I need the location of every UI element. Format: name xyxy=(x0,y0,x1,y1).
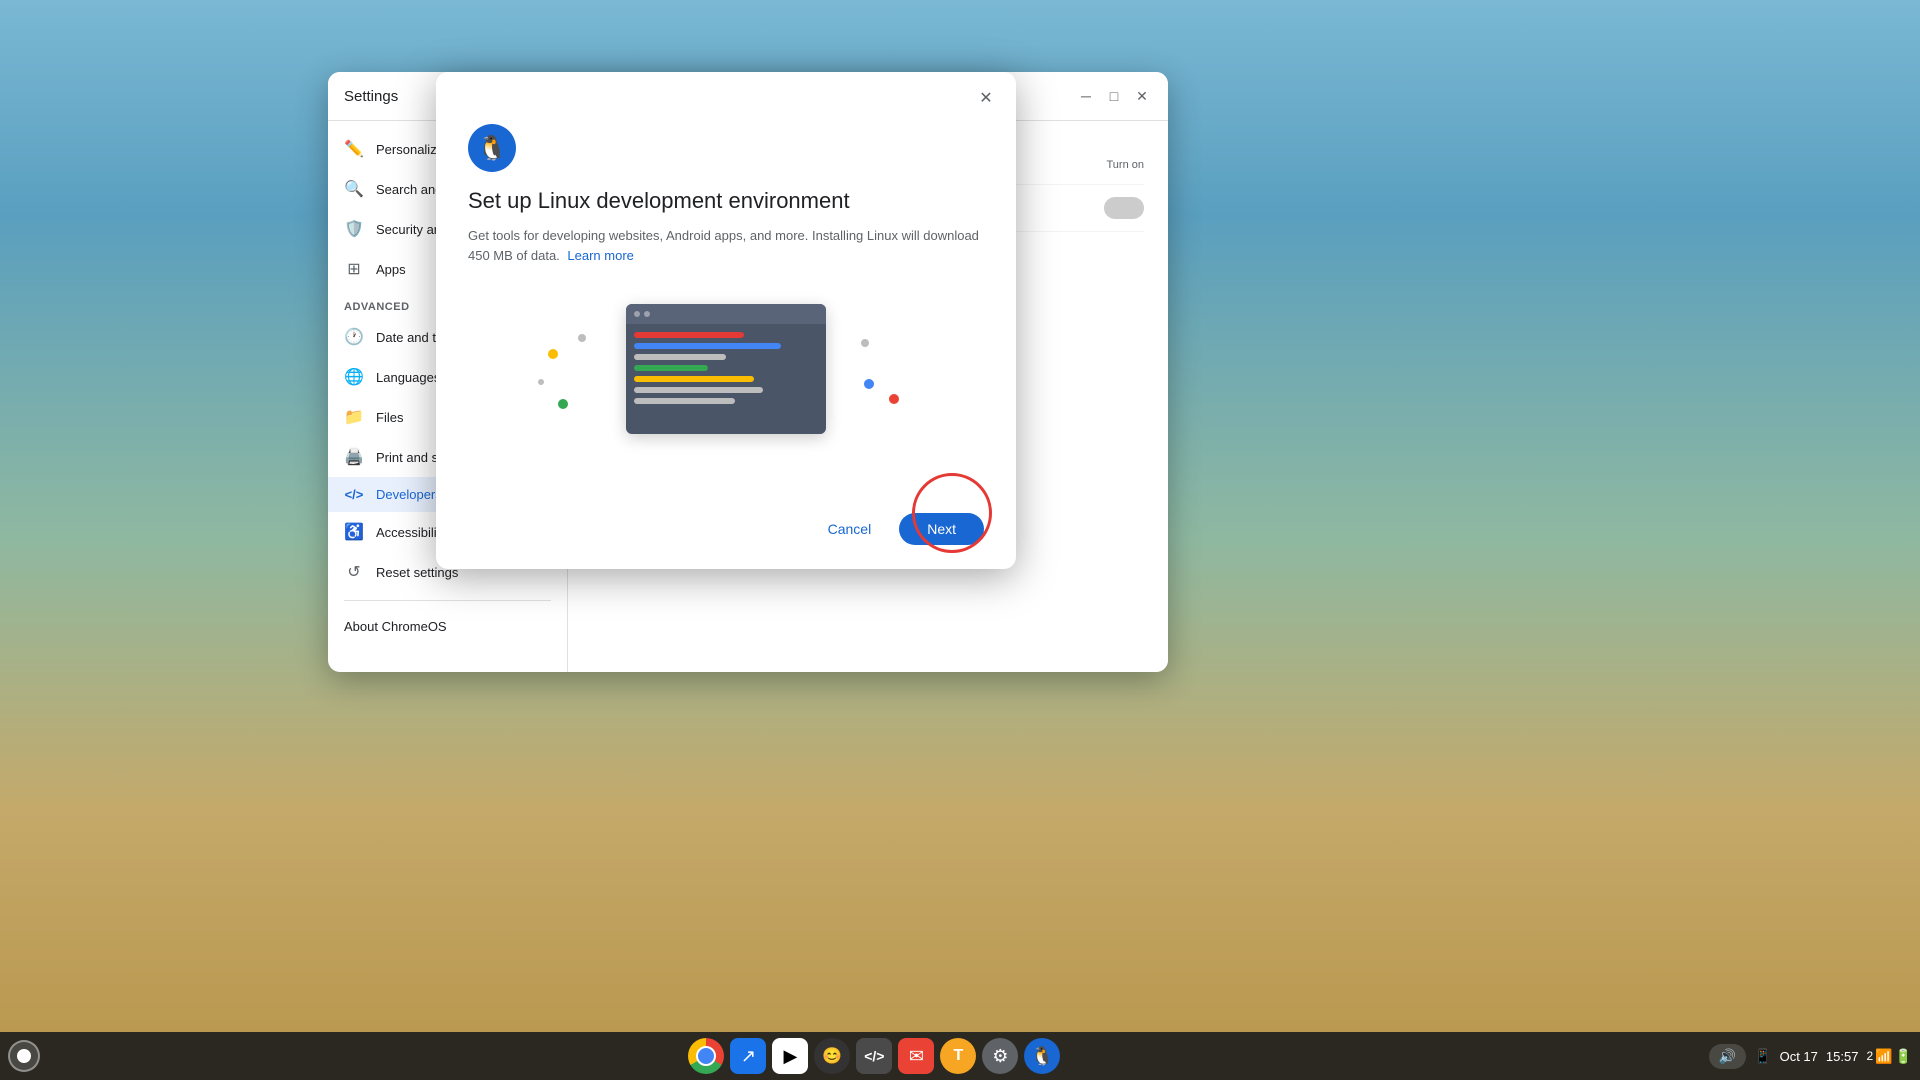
apps-icon: ⊞ xyxy=(344,259,364,279)
code-line-5 xyxy=(634,376,754,382)
desktop: Settings 🔍 ─ □ ✕ ✏️ Personalization 🔍 xyxy=(0,0,1920,1080)
window-title: Settings xyxy=(344,88,398,105)
taskbar: ↗ ▶ 😊 </> ✉ T ⚙ xyxy=(0,1032,1920,1080)
taskbar-email[interactable]: ✉ xyxy=(898,1038,934,1074)
sidebar-item-about-chromeos[interactable]: About ChromeOS xyxy=(328,609,559,644)
taskbar-settings[interactable]: ⚙ xyxy=(982,1038,1018,1074)
reset-icon: ↺ xyxy=(344,562,364,582)
code-window-bar xyxy=(626,304,826,324)
penguin-icon: 🐧 xyxy=(1031,1046,1053,1067)
sidebar-divider xyxy=(344,600,551,601)
wifi-icon: 📶 xyxy=(1875,1048,1892,1065)
personalization-icon: ✏️ xyxy=(344,139,364,159)
about-chromeos-label: About ChromeOS xyxy=(344,619,447,634)
files-icon: 📁 xyxy=(344,407,364,427)
date-time-icon: 🕐 xyxy=(344,327,364,347)
print-icon: 🖨️ xyxy=(344,447,364,467)
modal-description: Get tools for developing websites, Andro… xyxy=(468,226,984,265)
email-icon: ✉ xyxy=(909,1046,924,1067)
taskbar-terminal[interactable]: 😊 xyxy=(814,1038,850,1074)
taskbar-penguin[interactable]: 🐧 xyxy=(1024,1038,1060,1074)
taskbar-code[interactable]: </> xyxy=(856,1038,892,1074)
battery-indicator[interactable]: 2 📶 🔋 xyxy=(1866,1048,1912,1065)
dot-yellow xyxy=(548,349,558,359)
taskbar-time: 15:57 xyxy=(1826,1049,1859,1064)
sidebar-item-label: Developers xyxy=(376,487,442,502)
launcher-button[interactable] xyxy=(8,1040,40,1072)
modal-title: Set up Linux development environment xyxy=(468,188,984,214)
modal-header: ✕ xyxy=(436,72,1016,124)
audio-control[interactable]: 🔊 xyxy=(1709,1044,1746,1069)
notification-count: 2 xyxy=(1866,1049,1873,1063)
code-dot-1 xyxy=(634,311,640,317)
taskbar-chrome[interactable] xyxy=(688,1038,724,1074)
toggle-switch-2[interactable] xyxy=(1104,197,1144,219)
taskbar-user[interactable]: T xyxy=(940,1038,976,1074)
taskbar-date: Oct 17 xyxy=(1780,1049,1818,1064)
dot-green xyxy=(558,399,568,409)
linux-logo: 🐧 xyxy=(468,124,516,172)
settings-gear-icon: ⚙ xyxy=(992,1046,1008,1067)
code-line-1 xyxy=(634,332,744,338)
dot-gray-2 xyxy=(861,339,869,347)
code-line-2 xyxy=(634,343,781,349)
modal-footer: Cancel Next xyxy=(436,513,1016,569)
minimize-button[interactable]: ─ xyxy=(1076,86,1096,106)
phone-icon: 📱 xyxy=(1754,1048,1771,1065)
launcher-icon xyxy=(17,1049,31,1063)
cancel-button[interactable]: Cancel xyxy=(808,513,892,545)
code-content xyxy=(626,324,826,417)
modal-container: ✕ 🐧 Set up Linux development environment… xyxy=(436,72,1016,569)
code-line-3 xyxy=(634,354,726,360)
taskbar-right: 🔊 📱 Oct 17 15:57 2 📶 🔋 xyxy=(1709,1044,1912,1069)
code-illustration xyxy=(468,289,984,449)
code-line-7 xyxy=(634,398,735,404)
close-button[interactable]: ✕ xyxy=(1132,86,1152,106)
taskbar-mail[interactable]: ↗ xyxy=(730,1038,766,1074)
languages-icon: 🌐 xyxy=(344,367,364,387)
window-controls: ─ □ ✕ xyxy=(1076,86,1152,106)
play-store-icon: ▶ xyxy=(783,1046,797,1067)
speaker-icon: 🔊 xyxy=(1719,1048,1736,1065)
security-icon: 🛡️ xyxy=(344,219,364,239)
taskbar-left xyxy=(8,1040,40,1072)
code-dot-2 xyxy=(644,311,650,317)
user-icon: T xyxy=(953,1047,963,1065)
developers-icon: </> xyxy=(344,487,364,502)
dot-gray-3 xyxy=(538,379,544,385)
dot-gray-1 xyxy=(578,334,586,342)
next-button[interactable]: Next xyxy=(899,513,984,545)
terminal-icon: 😊 xyxy=(822,1046,842,1066)
chrome-icon xyxy=(688,1038,724,1074)
dot-red xyxy=(889,394,899,404)
taskbar-play-store[interactable]: ▶ xyxy=(772,1038,808,1074)
sidebar-item-label: Files xyxy=(376,410,403,425)
code-line-4 xyxy=(634,365,708,371)
learn-more-link[interactable]: Learn more xyxy=(567,248,633,263)
dot-blue xyxy=(864,379,874,389)
taskbar-center: ↗ ▶ 😊 </> ✉ T ⚙ xyxy=(688,1038,1060,1074)
mail-icon: ↗ xyxy=(741,1046,756,1067)
modal-body: 🐧 Set up Linux development environment G… xyxy=(436,124,1016,513)
turn-on-label: Turn on xyxy=(1106,159,1144,171)
modal-close-button[interactable]: ✕ xyxy=(972,84,1000,112)
code-window xyxy=(626,304,826,434)
search-assistant-icon: 🔍 xyxy=(344,179,364,199)
code-icon: </> xyxy=(864,1048,884,1064)
battery-icon: 🔋 xyxy=(1895,1048,1912,1065)
maximize-button[interactable]: □ xyxy=(1104,86,1124,106)
sidebar-item-label: Apps xyxy=(376,262,406,277)
code-line-6 xyxy=(634,387,763,393)
accessibility-icon: ♿ xyxy=(344,522,364,542)
